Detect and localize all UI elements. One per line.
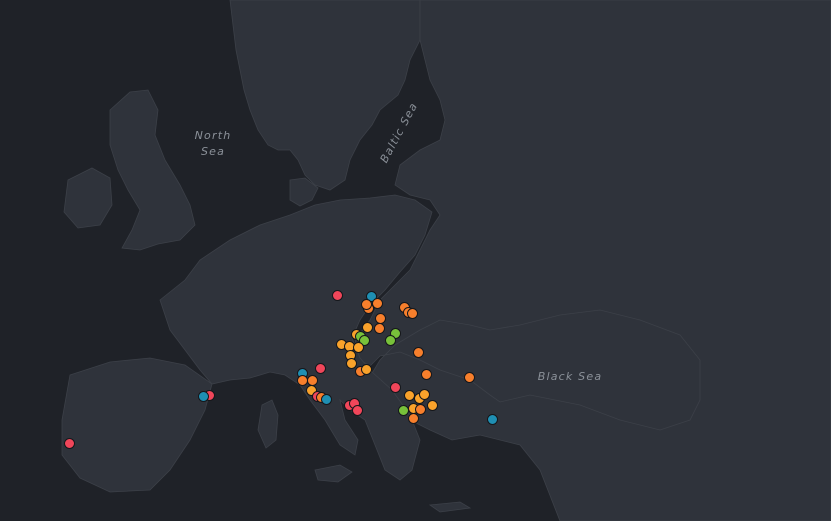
map-marker-orange[interactable] xyxy=(374,312,386,324)
map-marker-amber[interactable] xyxy=(426,399,438,411)
map-marker-orange[interactable] xyxy=(306,374,318,386)
map-marker-blue[interactable] xyxy=(197,390,209,402)
map-marker-orange[interactable] xyxy=(373,322,385,334)
map-marker-red[interactable] xyxy=(351,404,363,416)
map-marker-amber[interactable] xyxy=(418,388,430,400)
north-sea-label-line1: North xyxy=(194,129,232,142)
black-sea-label: Black Sea xyxy=(537,370,603,383)
map-marker-orange[interactable] xyxy=(412,346,424,358)
north-sea-label-line2: Sea xyxy=(200,145,226,158)
map-marker-amber[interactable] xyxy=(360,363,372,375)
map-marker-orange[interactable] xyxy=(407,412,419,424)
map-marker-blue[interactable] xyxy=(320,393,332,405)
map-marker-red[interactable] xyxy=(331,289,343,301)
map-marker-red[interactable] xyxy=(389,381,401,393)
map-marker-amber[interactable] xyxy=(403,389,415,401)
map-marker-orange[interactable] xyxy=(420,368,432,380)
map-marker-orange[interactable] xyxy=(371,297,383,309)
map-marker-orange[interactable] xyxy=(463,371,475,383)
basemap xyxy=(0,0,831,521)
map-marker-green[interactable] xyxy=(384,334,396,346)
map-marker-red[interactable] xyxy=(314,362,326,374)
map-marker-green[interactable] xyxy=(397,404,409,416)
map-marker-red[interactable] xyxy=(63,437,75,449)
map-marker-orange[interactable] xyxy=(360,298,372,310)
map-marker-orange[interactable] xyxy=(406,307,418,319)
map-marker-amber[interactable] xyxy=(345,357,357,369)
map-marker-orange[interactable] xyxy=(296,374,308,386)
map-canvas[interactable]: North Sea Baltic Sea Black Sea xyxy=(0,0,831,521)
map-marker-blue[interactable] xyxy=(486,413,498,425)
